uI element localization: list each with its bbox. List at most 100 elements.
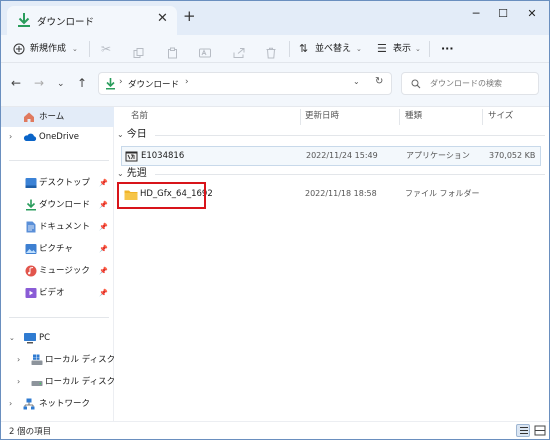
collapse-chevron-icon: ⌄ xyxy=(117,130,124,139)
delete-icon[interactable] xyxy=(266,44,276,62)
download-icon xyxy=(18,13,30,27)
search-box[interactable]: ダウンロードの検索 xyxy=(401,72,539,95)
file-list: 名前 更新日時 種類 サイズ ⌄ 今日 E1034816 2022/11/24 1… xyxy=(115,107,549,421)
tab-close-icon[interactable]: ✕ xyxy=(157,12,168,26)
sidebar-item-onedrive[interactable]: › OneDrive xyxy=(1,127,114,147)
up-arrow-icon[interactable]: ↑ xyxy=(77,76,87,90)
sidebar-item-home[interactable]: ホーム xyxy=(1,107,114,127)
group-header-today[interactable]: ⌄ 今日 xyxy=(117,127,147,143)
file-name: E1034816 xyxy=(141,151,185,161)
details-view-icon xyxy=(520,427,528,434)
sidebar-label: デスクトップ xyxy=(39,178,91,188)
column-header-type[interactable]: 種類 xyxy=(405,107,422,125)
column-divider[interactable] xyxy=(482,109,483,125)
share-icon[interactable] xyxy=(233,44,245,62)
group-divider xyxy=(155,135,545,136)
sidebar-item-downloads[interactable]: ダウンロード 📌 xyxy=(1,195,114,215)
maximize-button[interactable]: ☐ xyxy=(490,4,516,24)
pin-icon[interactable]: 📌 xyxy=(99,195,108,215)
sidebar-item-drive-d[interactable]: › ローカル ディスク (D:) xyxy=(1,372,134,392)
sidebar-item-music[interactable]: ミュージック 📌 xyxy=(1,261,114,281)
column-header-size[interactable]: サイズ xyxy=(488,107,513,125)
file-date: 2022/11/18 18:58 xyxy=(305,189,377,198)
tiles-view-button[interactable] xyxy=(533,424,547,437)
breadcrumb-separator-icon: › xyxy=(185,77,189,87)
tab-downloads[interactable]: ダウンロード ✕ xyxy=(7,6,177,35)
sidebar-label: ダウンロード xyxy=(39,200,91,210)
breadcrumb-downloads[interactable]: ダウンロード xyxy=(128,78,179,90)
column-header-name[interactable]: 名前 xyxy=(131,107,148,125)
file-type: アプリケーション xyxy=(406,151,470,160)
address-bar[interactable]: › ダウンロード › ⌄ ↻ xyxy=(98,72,392,95)
group-divider xyxy=(155,174,545,175)
tab-title: ダウンロード xyxy=(37,17,95,28)
drive-icon xyxy=(31,381,43,386)
sidebar-label: ビデオ xyxy=(39,288,65,298)
collapse-chevron-icon: ⌄ xyxy=(117,169,124,178)
sidebar-label: ホーム xyxy=(39,112,65,122)
sidebar-item-videos[interactable]: ビデオ 📌 xyxy=(1,283,114,303)
sidebar-label: PC xyxy=(39,333,51,343)
music-icon xyxy=(25,265,37,277)
expand-chevron-icon[interactable]: › xyxy=(9,127,12,147)
sidebar-item-desktop[interactable]: デスクトップ 📌 xyxy=(1,173,114,193)
new-button-label: 新規作成 xyxy=(30,44,67,54)
chevron-down-icon: ⌄ xyxy=(415,45,421,53)
expand-chevron-icon[interactable]: › xyxy=(17,350,20,370)
sidebar-label: ネットワーク xyxy=(39,399,91,409)
file-size: 370,052 KB xyxy=(489,151,536,160)
sort-icon: ⇅ xyxy=(299,42,309,55)
new-tab-button[interactable]: + xyxy=(183,8,196,24)
network-icon xyxy=(23,398,35,410)
search-input[interactable]: ダウンロードの検索 xyxy=(430,78,502,89)
sidebar-divider xyxy=(9,317,109,318)
pin-icon[interactable]: 📌 xyxy=(99,239,108,259)
pin-icon[interactable]: 📌 xyxy=(99,261,108,281)
pin-icon[interactable]: 📌 xyxy=(99,173,108,193)
collapse-chevron-icon[interactable]: ⌄ xyxy=(9,328,15,348)
rename-icon[interactable] xyxy=(199,44,211,62)
address-history-chevron-icon[interactable]: ⌄ xyxy=(353,77,360,86)
pin-icon[interactable]: 📌 xyxy=(99,283,108,303)
pin-icon[interactable]: 📌 xyxy=(99,217,108,237)
cut-icon[interactable]: ✂ xyxy=(101,40,111,58)
paste-icon[interactable] xyxy=(167,44,178,62)
copy-icon[interactable] xyxy=(133,44,144,62)
sidebar-label: OneDrive xyxy=(39,132,79,142)
navigation-bar: ← → ⌄ ↑ › ダウンロード › ⌄ ↻ ダウンロードの検索 xyxy=(1,63,549,107)
file-row[interactable]: E1034816 2022/11/24 15:49 アプリケーション 370,0… xyxy=(121,146,541,166)
column-divider[interactable] xyxy=(399,109,400,125)
details-view-button[interactable] xyxy=(516,424,530,437)
toolbar-divider xyxy=(289,41,290,57)
sidebar-item-drive-c[interactable]: › ローカル ディスク (C:) xyxy=(1,350,133,370)
toolbar-divider xyxy=(429,41,430,57)
cloud-icon xyxy=(23,133,37,141)
command-bar: 新規作成 ⌄ ✂ ⇅ 並べ替え ⌄ ☰ 表示 ⌄ ··· xyxy=(1,35,549,63)
sidebar-item-network[interactable]: › ネットワーク xyxy=(1,394,114,414)
sidebar-item-pc[interactable]: ⌄ PC xyxy=(1,328,114,348)
forward-arrow-icon[interactable]: → xyxy=(34,76,44,90)
close-window-button[interactable]: ✕ xyxy=(519,4,545,24)
group-header-last-week[interactable]: ⌄ 先週 xyxy=(117,166,147,182)
pc-icon xyxy=(24,333,36,344)
back-arrow-icon[interactable]: ← xyxy=(11,76,21,90)
expand-chevron-icon[interactable]: › xyxy=(17,372,20,392)
sidebar-label: ドキュメント xyxy=(39,222,91,232)
file-date: 2022/11/24 15:49 xyxy=(306,151,378,160)
home-icon xyxy=(24,112,34,122)
recent-locations-chevron-icon[interactable]: ⌄ xyxy=(57,77,65,91)
sidebar-item-pictures[interactable]: ピクチャ 📌 xyxy=(1,239,114,259)
column-header-date[interactable]: 更新日時 xyxy=(305,107,339,125)
expand-chevron-icon[interactable]: › xyxy=(9,394,12,414)
breadcrumb-separator-icon: › xyxy=(119,77,123,87)
minimize-button[interactable]: ─ xyxy=(463,4,489,24)
highlight-annotation xyxy=(117,182,206,209)
file-explorer-window: ダウンロード ✕ + ─ ☐ ✕ 新規作成 ⌄ ✂ ⇅ 並べ替え ⌄ ☰ 表示 … xyxy=(0,0,550,440)
more-options-icon[interactable]: ··· xyxy=(441,40,454,58)
column-divider[interactable] xyxy=(300,109,301,125)
navigation-pane: ホーム › OneDrive デスクトップ 📌 ダウンロード 📌 ドキュメント … xyxy=(1,107,134,421)
refresh-icon[interactable]: ↻ xyxy=(375,76,383,87)
sidebar-item-documents[interactable]: ドキュメント 📌 xyxy=(1,217,114,237)
title-bar: ダウンロード ✕ + ─ ☐ ✕ xyxy=(1,1,549,35)
item-count: 2 個の項目 xyxy=(9,427,52,437)
